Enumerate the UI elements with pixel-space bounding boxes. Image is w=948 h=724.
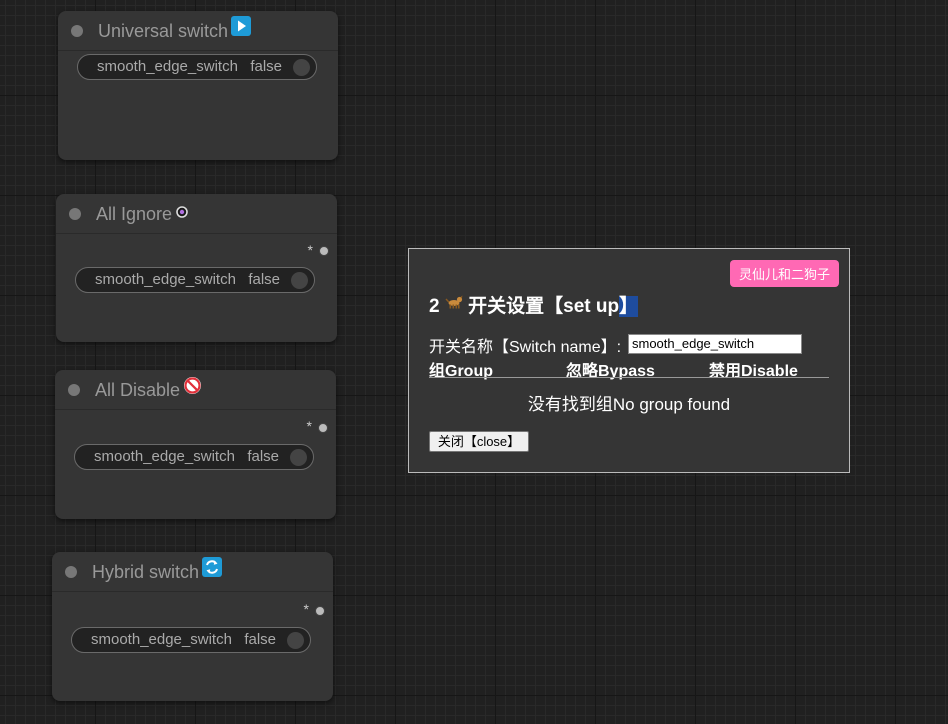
output-slot[interactable] xyxy=(315,606,325,616)
widget-value: false xyxy=(248,271,280,288)
dialog-title-text: 开关设置【set up xyxy=(468,296,620,317)
output-label: * xyxy=(307,242,313,258)
switch-name-input[interactable]: smooth_edge_switch xyxy=(628,334,802,354)
toggle-widget[interactable]: smooth_edge_switch false xyxy=(77,54,317,80)
node-hybrid-switch[interactable]: Hybrid switch * smooth_edge_switch false xyxy=(52,552,333,701)
play-button-icon xyxy=(231,10,252,50)
node-universal-switch[interactable]: Universal switch smooth_edge_switch fals… xyxy=(58,11,338,160)
switch-name-label: 开关名称【Switch name】: xyxy=(429,339,622,356)
node-title-bar[interactable]: Hybrid switch xyxy=(52,552,333,592)
node-title: All Disable xyxy=(95,380,181,400)
output-slot[interactable] xyxy=(318,423,328,433)
widget-value: false xyxy=(247,448,279,465)
toggle-knob[interactable] xyxy=(291,272,308,289)
widget-label: smooth_edge_switch xyxy=(91,631,232,648)
node-collapse-dot[interactable] xyxy=(69,208,81,220)
widget-label: smooth_edge_switch xyxy=(95,271,236,288)
widget-label: smooth_edge_switch xyxy=(97,58,238,75)
toggle-widget[interactable]: smooth_edge_switch false xyxy=(75,267,315,293)
node-title-bar[interactable]: All Disable xyxy=(55,370,336,410)
widget-label: smooth_edge_switch xyxy=(94,448,235,465)
toggle-widget[interactable]: smooth_edge_switch false xyxy=(74,444,314,470)
dialog-title-number: 2 xyxy=(429,296,440,317)
node-title-bar[interactable]: All Ignore xyxy=(56,194,337,234)
node-all-disable[interactable]: All Disable * smooth_edge_switch false xyxy=(55,370,336,519)
output-label: * xyxy=(306,418,312,434)
toggle-knob[interactable] xyxy=(290,449,307,466)
toggle-widget[interactable]: smooth_edge_switch false xyxy=(71,627,311,653)
switch-settings-dialog: 灵仙儿和二狗子 2 开关设置【set up】 开关名称【Switch name】… xyxy=(408,248,850,473)
output-label: * xyxy=(303,601,309,617)
node-title: Universal switch xyxy=(98,21,229,41)
node-collapse-dot[interactable] xyxy=(71,25,83,37)
toggle-knob[interactable] xyxy=(287,632,304,649)
refresh-arrows-icon xyxy=(202,551,223,591)
node-title-bar[interactable]: Universal switch xyxy=(58,11,338,51)
no-entry-icon xyxy=(183,369,202,409)
ring-dot-icon xyxy=(175,193,189,233)
node-all-ignore[interactable]: All Ignore * smooth_edge_switch false xyxy=(56,194,337,342)
widget-value: false xyxy=(244,631,276,648)
dog-icon xyxy=(445,294,463,316)
node-title: Hybrid switch xyxy=(92,562,200,582)
author-tag[interactable]: 灵仙儿和二狗子 xyxy=(729,260,839,287)
toggle-knob[interactable] xyxy=(293,59,310,76)
node-collapse-dot[interactable] xyxy=(68,384,80,396)
output-slot[interactable] xyxy=(319,246,329,256)
table-divider xyxy=(429,377,829,378)
dialog-title-bracket: 】 xyxy=(619,296,639,317)
widget-value: false xyxy=(250,58,282,75)
empty-message: 没有找到组No group found xyxy=(527,395,731,414)
node-title: All Ignore xyxy=(96,204,173,224)
dialog-title: 2 开关设置【set up】 xyxy=(429,291,639,318)
close-button[interactable]: 关闭【close】 xyxy=(429,431,529,452)
node-collapse-dot[interactable] xyxy=(65,566,77,578)
